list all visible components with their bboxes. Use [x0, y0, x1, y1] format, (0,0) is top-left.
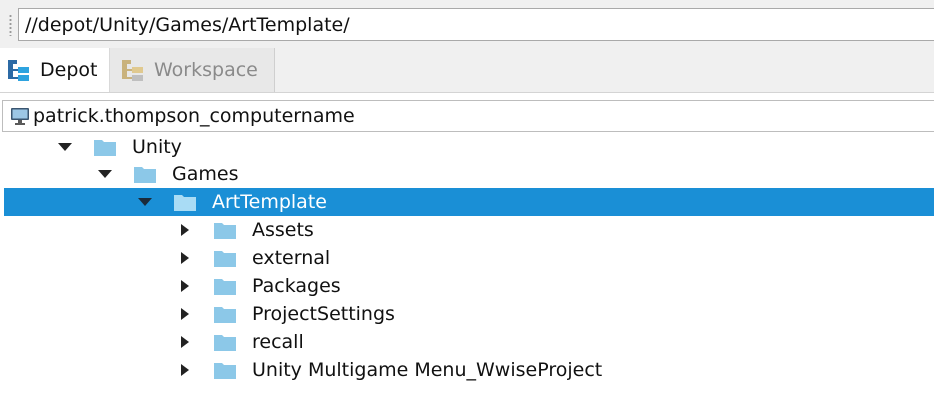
- folder-icon: [94, 140, 116, 156]
- expand-arrow-icon[interactable]: [176, 300, 194, 328]
- tree-item-label: Games: [172, 163, 239, 185]
- folder-icon: [214, 279, 236, 295]
- tree-row[interactable]: Unity: [0, 133, 934, 161]
- tree-item-label: ProjectSettings: [252, 303, 395, 325]
- tree-row[interactable]: Unity Multigame Menu_WwiseProject: [0, 356, 934, 384]
- tree-row[interactable]: recall: [0, 328, 934, 356]
- tab-workspace[interactable]: Workspace: [110, 48, 275, 92]
- tab-depot[interactable]: Depot: [0, 48, 110, 92]
- tree-item-label: ArtTemplate: [212, 191, 327, 213]
- path-toolbar: [0, 0, 934, 48]
- folder-icon: [134, 167, 156, 183]
- tree-row[interactable]: ProjectSettings: [0, 300, 934, 328]
- expand-arrow-icon[interactable]: [176, 356, 194, 384]
- expand-arrow-icon[interactable]: [176, 328, 194, 356]
- tree-item-label: Assets: [252, 219, 314, 241]
- folder-icon: [214, 335, 236, 351]
- collapse-arrow-icon[interactable]: [96, 160, 114, 188]
- tree-item-label: Unity Multigame Menu_WwiseProject: [252, 359, 603, 381]
- tab-bar: Depot Workspace: [0, 48, 934, 93]
- depot-path-input[interactable]: [18, 8, 934, 41]
- workspace-tree-icon: [122, 60, 143, 81]
- expand-arrow-icon[interactable]: [176, 272, 194, 300]
- tree-row[interactable]: external: [0, 244, 934, 272]
- folder-icon: [214, 251, 236, 267]
- tree-item-label: external: [252, 247, 331, 269]
- tree-row[interactable]: Packages: [0, 272, 934, 300]
- computer-monitor-icon: [11, 108, 29, 125]
- tree-item-label: Packages: [252, 275, 341, 297]
- tree-item-label: recall: [252, 331, 304, 353]
- client-name: patrick.thompson_computername: [33, 105, 355, 127]
- tree-row[interactable]: Assets: [0, 216, 934, 244]
- folder-icon: [214, 223, 236, 239]
- tree-row[interactable]: Games: [0, 160, 934, 188]
- toolbar-grip-handle[interactable]: [9, 14, 12, 36]
- depot-browser-panel: Depot Workspace patrick.thompson_compute…: [0, 0, 934, 398]
- expand-arrow-icon[interactable]: [176, 244, 194, 272]
- collapse-arrow-icon[interactable]: [56, 133, 74, 161]
- workspace-client-row[interactable]: patrick.thompson_computername: [2, 100, 934, 132]
- tab-workspace-label: Workspace: [154, 59, 258, 81]
- folder-icon: [214, 307, 236, 323]
- expand-arrow-icon[interactable]: [176, 216, 194, 244]
- tree-item-label: Unity: [132, 136, 182, 158]
- tree-row[interactable]: ArtTemplate: [4, 188, 934, 216]
- collapse-arrow-icon[interactable]: [136, 188, 154, 216]
- folder-icon: [214, 363, 236, 379]
- tab-depot-label: Depot: [40, 59, 98, 81]
- depot-tree-icon: [8, 60, 29, 81]
- folder-icon: [174, 195, 196, 211]
